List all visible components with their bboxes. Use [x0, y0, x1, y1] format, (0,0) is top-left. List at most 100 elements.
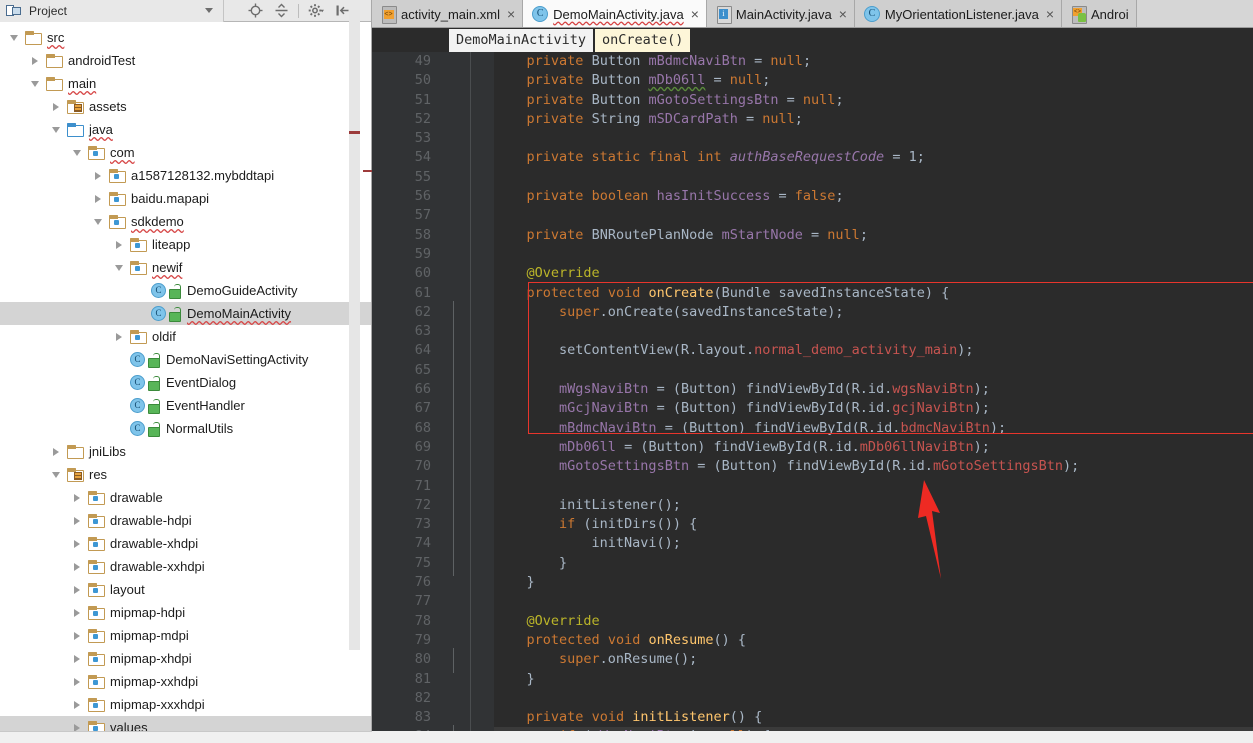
tree-item-mipmap-mdpi[interactable]: mipmap-mdpi: [0, 624, 371, 647]
close-icon[interactable]: ×: [691, 7, 699, 21]
tree-item-jnilibs[interactable]: jniLibs: [0, 440, 371, 463]
tree-item-eventhandler[interactable]: C EventHandler: [0, 394, 371, 417]
code-line[interactable]: private Button mBdmcNaviBtn = null;: [494, 52, 1253, 71]
code-line[interactable]: super.onResume();: [494, 650, 1253, 669]
chevron-right-icon[interactable]: [29, 54, 42, 67]
tree-item-eventdialog[interactable]: C EventDialog: [0, 371, 371, 394]
chevron-right-icon[interactable]: [92, 169, 105, 182]
chevron-right-icon[interactable]: [113, 330, 126, 343]
code-line[interactable]: if (initDirs()) {: [494, 515, 1253, 534]
tree-item-normalutils[interactable]: C NormalUtils: [0, 417, 371, 440]
code-line[interactable]: [494, 129, 1253, 148]
tree-item-mipmap-xhdpi[interactable]: mipmap-xhdpi: [0, 647, 371, 670]
code-line[interactable]: mGotoSettingsBtn = (Button) findViewById…: [494, 457, 1253, 476]
tree-item-drawable-hdpi[interactable]: drawable-hdpi: [0, 509, 371, 532]
gear-icon[interactable]: [303, 1, 329, 21]
code-line[interactable]: [494, 477, 1253, 496]
tree-item-androidtest[interactable]: androidTest: [0, 49, 371, 72]
chevron-down-icon[interactable]: [29, 77, 42, 90]
code-line[interactable]: [494, 322, 1253, 341]
locate-in-tree-icon[interactable]: [242, 1, 268, 21]
project-tree-scrollbar[interactable]: [349, 10, 360, 650]
code-line[interactable]: [494, 592, 1253, 611]
code-line[interactable]: }: [494, 554, 1253, 573]
tree-item-newif[interactable]: newif: [0, 256, 371, 279]
code-line[interactable]: }: [494, 573, 1253, 592]
tree-item-drawable[interactable]: drawable: [0, 486, 371, 509]
tree-item-mipmap-hdpi[interactable]: mipmap-hdpi: [0, 601, 371, 624]
code-line[interactable]: private static final int authBaseRequest…: [494, 148, 1253, 167]
tree-item-drawable-xhdpi[interactable]: drawable-xhdpi: [0, 532, 371, 555]
tree-item-layout[interactable]: layout: [0, 578, 371, 601]
tree-item-sdkdemo[interactable]: sdkdemo: [0, 210, 371, 233]
code-line[interactable]: protected void onCreate(Bundle savedInst…: [494, 284, 1253, 303]
tree-item-baidu-mapapi[interactable]: baidu.mapapi: [0, 187, 371, 210]
chevron-right-icon[interactable]: [71, 491, 84, 504]
tree-item-main[interactable]: main: [0, 72, 371, 95]
code-line[interactable]: [494, 361, 1253, 380]
tree-item-drawable-xxhdpi[interactable]: drawable-xxhdpi: [0, 555, 371, 578]
tree-item-demomainactivity[interactable]: C DemoMainActivity: [0, 302, 371, 325]
code-line[interactable]: super.onCreate(savedInstanceState);: [494, 303, 1253, 322]
code-line[interactable]: setContentView(R.layout.normal_demo_acti…: [494, 341, 1253, 360]
collapse-all-icon[interactable]: [268, 1, 294, 21]
chevron-down-icon[interactable]: [113, 261, 126, 274]
breadcrumb-item-method[interactable]: onCreate(): [595, 29, 691, 52]
code-line[interactable]: private boolean hasInitSuccess = false;: [494, 187, 1253, 206]
chevron-down-icon[interactable]: [71, 146, 84, 159]
close-icon[interactable]: ×: [507, 7, 515, 21]
editor-tab-mainactivity-java[interactable]: MainActivity.java ×: [706, 0, 855, 27]
tree-item-demonavisettingactivity[interactable]: C DemoNaviSettingActivity: [0, 348, 371, 371]
chevron-right-icon[interactable]: [71, 606, 84, 619]
code-line[interactable]: mBdmcNaviBtn = (Button) findViewById(R.i…: [494, 419, 1253, 438]
tree-item-assets[interactable]: assets: [0, 95, 371, 118]
tree-item-mipmap-xxxhdpi[interactable]: mipmap-xxxhdpi: [0, 693, 371, 716]
code-content[interactable]: private Button mBdmcNaviBtn = null; priv…: [494, 52, 1253, 743]
chevron-down-icon[interactable]: [205, 8, 213, 13]
code-line[interactable]: @Override: [494, 612, 1253, 631]
chevron-right-icon[interactable]: [71, 583, 84, 596]
chevron-down-icon[interactable]: [92, 215, 105, 228]
code-line[interactable]: protected void onResume() {: [494, 631, 1253, 650]
tree-item-mipmap-xxhdpi[interactable]: mipmap-xxhdpi: [0, 670, 371, 693]
project-view-selector[interactable]: Project: [0, 0, 224, 22]
tree-item-oldif[interactable]: oldif: [0, 325, 371, 348]
tree-item-a1587128132-mybddtapi[interactable]: a1587128132.mybddtapi: [0, 164, 371, 187]
editor-tab-androi[interactable]: Androi: [1062, 0, 1137, 27]
breadcrumb-item-class[interactable]: DemoMainActivity: [449, 29, 594, 52]
code-line[interactable]: }: [494, 670, 1253, 689]
chevron-right-icon[interactable]: [71, 629, 84, 642]
code-line[interactable]: private String mSDCardPath = null;: [494, 110, 1253, 129]
chevron-down-icon[interactable]: [50, 468, 63, 481]
project-tree[interactable]: src androidTest main assets java com a15871281…: [0, 23, 371, 743]
code-line[interactable]: [494, 245, 1253, 264]
code-line[interactable]: mWgsNaviBtn = (Button) findViewById(R.id…: [494, 380, 1253, 399]
code-line[interactable]: @Override: [494, 264, 1253, 283]
chevron-right-icon[interactable]: [71, 537, 84, 550]
tree-item-liteapp[interactable]: liteapp: [0, 233, 371, 256]
chevron-right-icon[interactable]: [71, 560, 84, 573]
chevron-right-icon[interactable]: [71, 698, 84, 711]
code-line[interactable]: mDb06ll = (Button) findViewById(R.id.mDb…: [494, 438, 1253, 457]
code-line[interactable]: [494, 689, 1253, 708]
tree-item-java[interactable]: java: [0, 118, 371, 141]
editor-gutter[interactable]: 49 50 51 52 53 54 55 56 57 58 59 60 61 62 63 64 65 66 67 68…: [372, 52, 494, 743]
close-icon[interactable]: ×: [839, 7, 847, 21]
editor-tab-demomainactivity-java[interactable]: C DemoMainActivity.java ×: [523, 0, 707, 27]
code-line[interactable]: mGcjNaviBtn = (Button) findViewById(R.id…: [494, 399, 1253, 418]
code-line[interactable]: private Button mDb06ll = null;: [494, 71, 1253, 90]
chevron-right-icon[interactable]: [71, 675, 84, 688]
code-line[interactable]: initNavi();: [494, 534, 1253, 553]
code-line[interactable]: private Button mGotoSettingsBtn = null;: [494, 91, 1253, 110]
code-line[interactable]: private BNRoutePlanNode mStartNode = nul…: [494, 226, 1253, 245]
code-line[interactable]: private void initListener() {: [494, 708, 1253, 727]
tree-item-com[interactable]: com: [0, 141, 371, 164]
chevron-right-icon[interactable]: [71, 514, 84, 527]
close-icon[interactable]: ×: [1046, 7, 1054, 21]
chevron-right-icon[interactable]: [50, 445, 63, 458]
tree-item-demoguideactivity[interactable]: C DemoGuideActivity: [0, 279, 371, 302]
tree-item-src[interactable]: src: [0, 26, 371, 49]
code-line[interactable]: [494, 168, 1253, 187]
code-line[interactable]: initListener();: [494, 496, 1253, 515]
tree-item-res[interactable]: res: [0, 463, 371, 486]
